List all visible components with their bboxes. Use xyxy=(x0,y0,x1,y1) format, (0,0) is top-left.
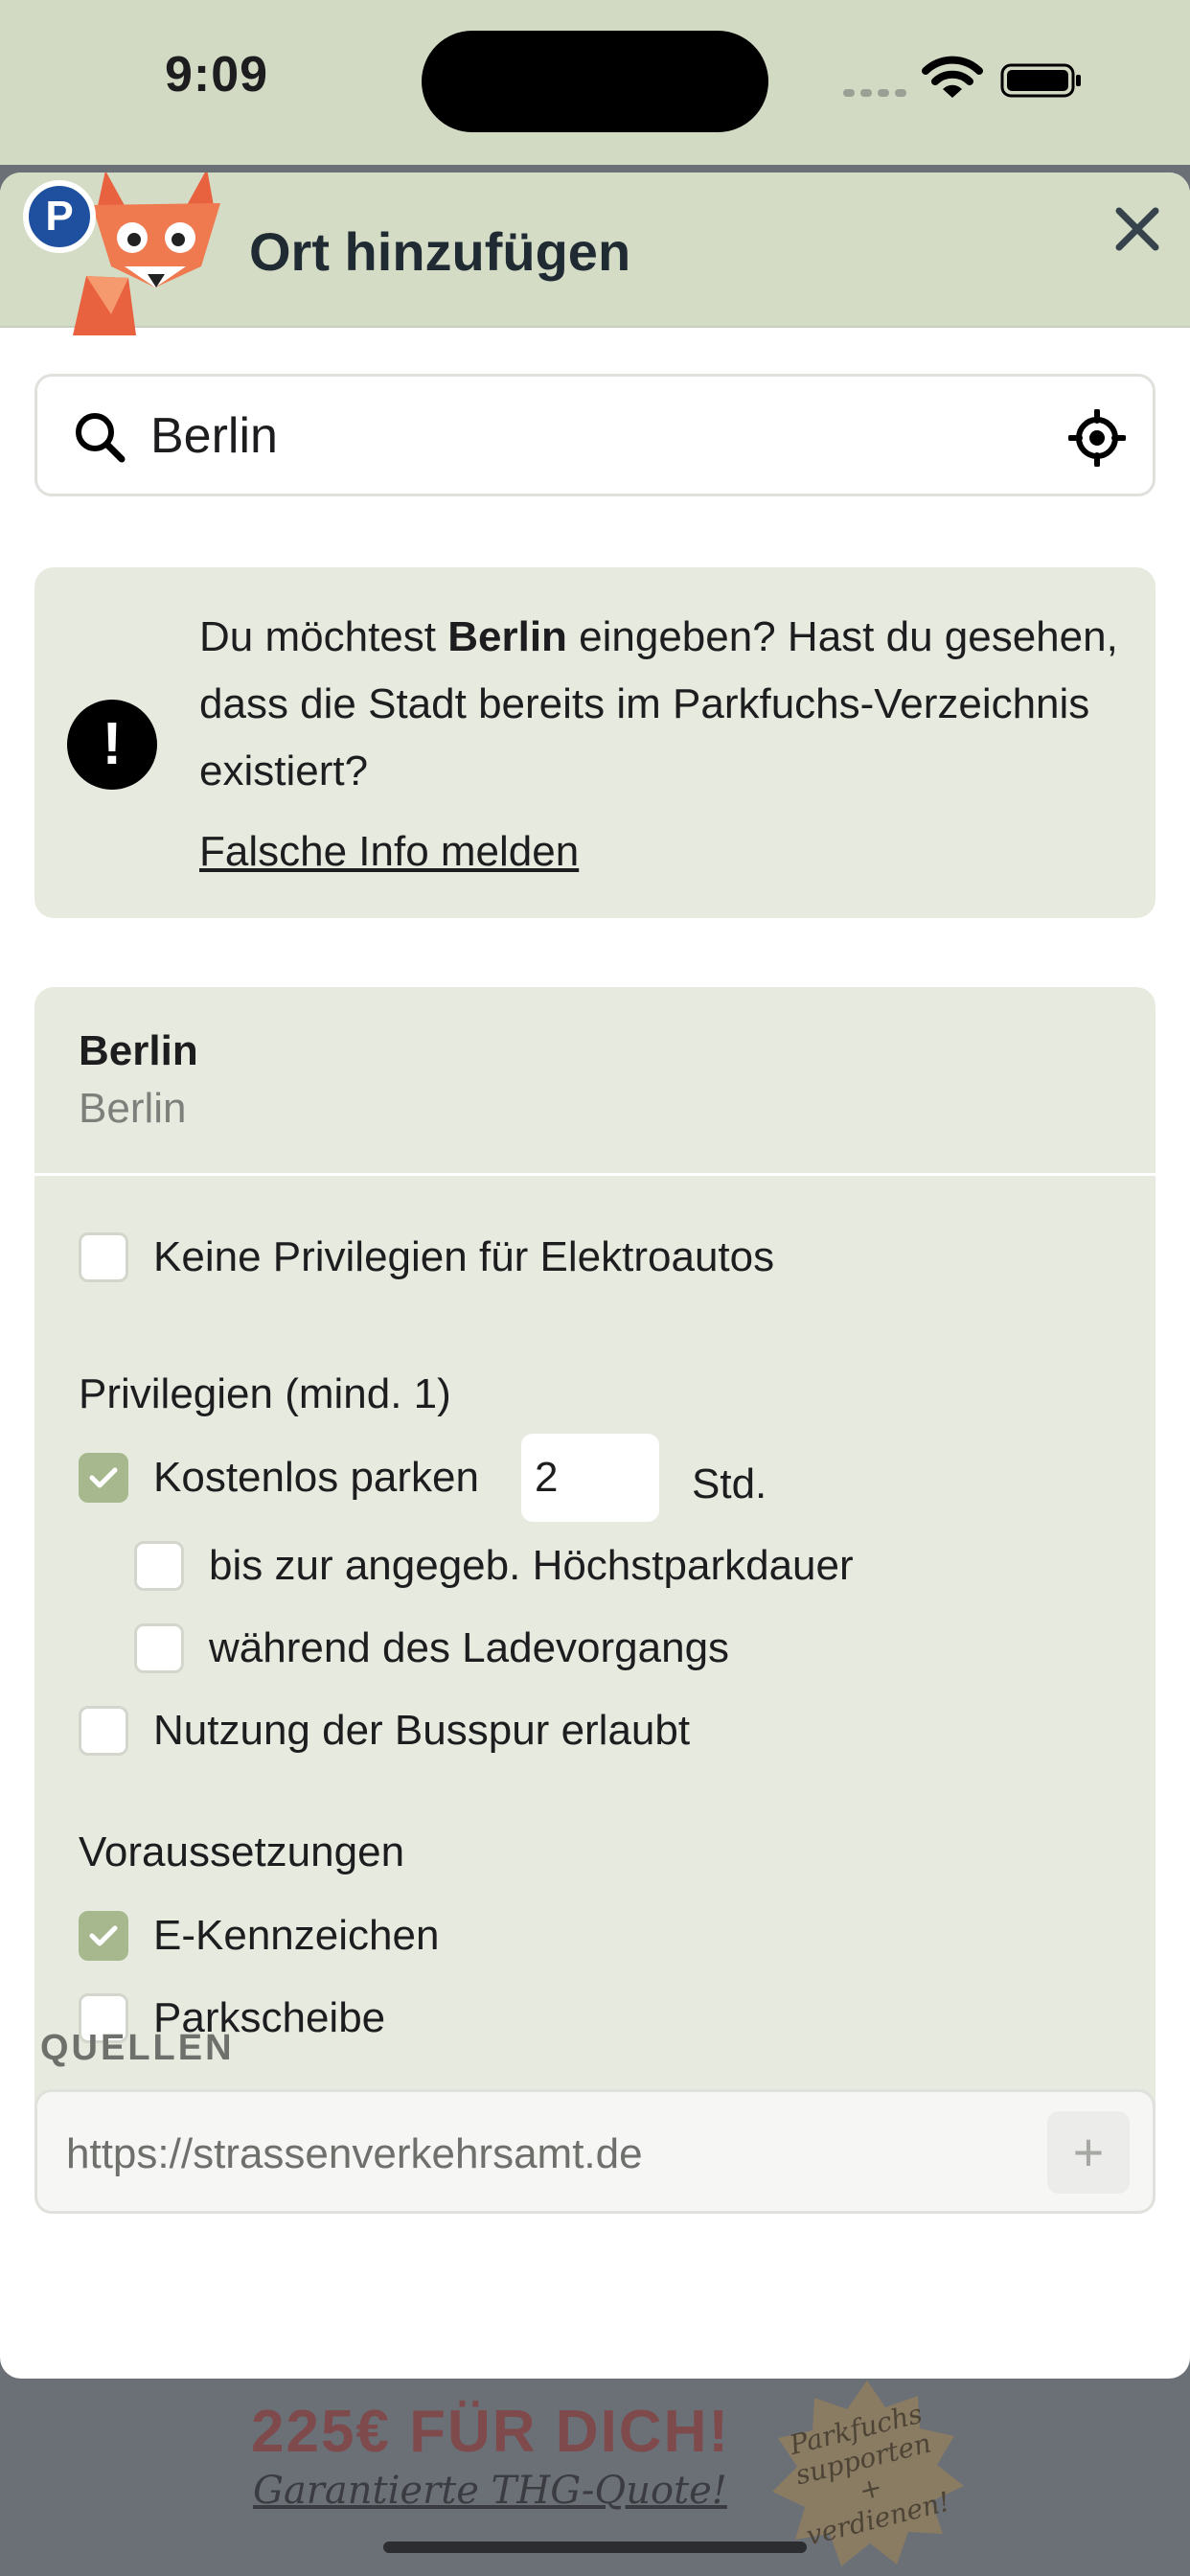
duplicate-city-notice: ! Du möchtest Berlin eingeben? Hast du g… xyxy=(34,567,1156,918)
dynamic-island xyxy=(422,31,768,132)
status-bar: 9:09 xyxy=(0,0,1190,165)
promo-subtitle: Garantierte THG-Quote! xyxy=(253,2469,727,2513)
bus-lane-label: Nutzung der Busspur erlaubt xyxy=(153,1707,691,1754)
no-privileges-label: Keine Privilegien für Elektroautos xyxy=(153,1233,775,1280)
fox-mascot-logo xyxy=(73,172,220,335)
search-input-value[interactable]: Berlin xyxy=(150,407,278,465)
checkmark-icon xyxy=(89,1467,118,1488)
free-parking-hours-input[interactable]: 2 xyxy=(521,1434,659,1522)
bus-lane-option[interactable]: Nutzung der Busspur erlaubt xyxy=(79,1706,690,1756)
bus-lane-checkbox[interactable] xyxy=(79,1706,128,1756)
wifi-icon xyxy=(922,56,983,98)
source-url-value[interactable]: https://strassenverkehrsamt.de xyxy=(66,2130,643,2178)
promo-title: 225€ FÜR DICH! xyxy=(251,2399,730,2465)
during-charging-checkbox[interactable] xyxy=(134,1623,184,1673)
e-plate-option[interactable]: E-Kennzeichen xyxy=(79,1911,439,1961)
requirements-heading: Voraussetzungen xyxy=(79,1828,405,1875)
free-parking-checkbox[interactable] xyxy=(79,1453,128,1503)
free-parking-label: Kostenlos parken xyxy=(153,1454,479,1501)
report-wrong-info-link[interactable]: Falsche Info melden xyxy=(199,828,579,876)
no-privileges-option[interactable]: Keine Privilegien für Elektroautos xyxy=(79,1232,774,1282)
sheet-title: Ort hinzufügen xyxy=(249,221,631,282)
notice-city: Berlin xyxy=(447,613,567,660)
add-source-button[interactable]: + xyxy=(1047,2111,1130,2194)
place-name: Berlin xyxy=(79,1027,198,1074)
source-url-input[interactable]: https://strassenverkehrsamt.de + xyxy=(34,2089,1156,2214)
hours-unit: Std. xyxy=(692,1460,767,1507)
place-details-card: Berlin Berlin Keine Privilegien für Elek… xyxy=(34,987,1156,2128)
sheet-header: P Ort hinzufügen xyxy=(0,172,1190,335)
status-time: 9:09 xyxy=(165,47,269,103)
current-location-icon[interactable] xyxy=(1068,409,1126,467)
e-plate-checkbox[interactable] xyxy=(79,1911,128,1961)
privileges-heading: Privilegien (mind. 1) xyxy=(79,1370,451,1417)
sources-heading: QUELLEN xyxy=(40,2028,235,2068)
parking-badge: P xyxy=(23,180,96,253)
home-indicator[interactable] xyxy=(383,2542,807,2553)
card-divider xyxy=(34,1173,1156,1176)
e-plate-label: E-Kennzeichen xyxy=(153,1912,440,1959)
place-region: Berlin xyxy=(79,1085,187,1132)
checkmark-icon xyxy=(89,1925,118,1946)
close-button[interactable] xyxy=(1106,197,1169,261)
close-icon xyxy=(1115,207,1159,251)
location-search-field[interactable]: Berlin xyxy=(34,374,1156,496)
during-charging-label: während des Ladevorgangs xyxy=(209,1624,730,1671)
max-duration-label: bis zur angegeb. Höchstparkdauer xyxy=(209,1542,854,1589)
notice-text: Du möchtest Berlin eingeben? Hast du ges… xyxy=(199,604,1119,805)
no-privileges-checkbox[interactable] xyxy=(79,1232,128,1282)
max-duration-option[interactable]: bis zur angegeb. Höchstparkdauer xyxy=(134,1541,854,1591)
free-parking-option[interactable]: Kostenlos parken xyxy=(79,1453,479,1503)
during-charging-option[interactable]: während des Ladevorgangs xyxy=(134,1623,729,1673)
battery-icon xyxy=(1000,63,1081,98)
cellular-signal-icon xyxy=(843,84,912,102)
search-icon xyxy=(76,413,126,463)
exclamation-icon: ! xyxy=(67,700,157,790)
notice-text-start: Du möchtest xyxy=(199,613,448,660)
max-duration-checkbox[interactable] xyxy=(134,1541,184,1591)
add-place-sheet: P Ort hinzufügen Berlin ! Du möchtest Be… xyxy=(0,172,1190,2379)
